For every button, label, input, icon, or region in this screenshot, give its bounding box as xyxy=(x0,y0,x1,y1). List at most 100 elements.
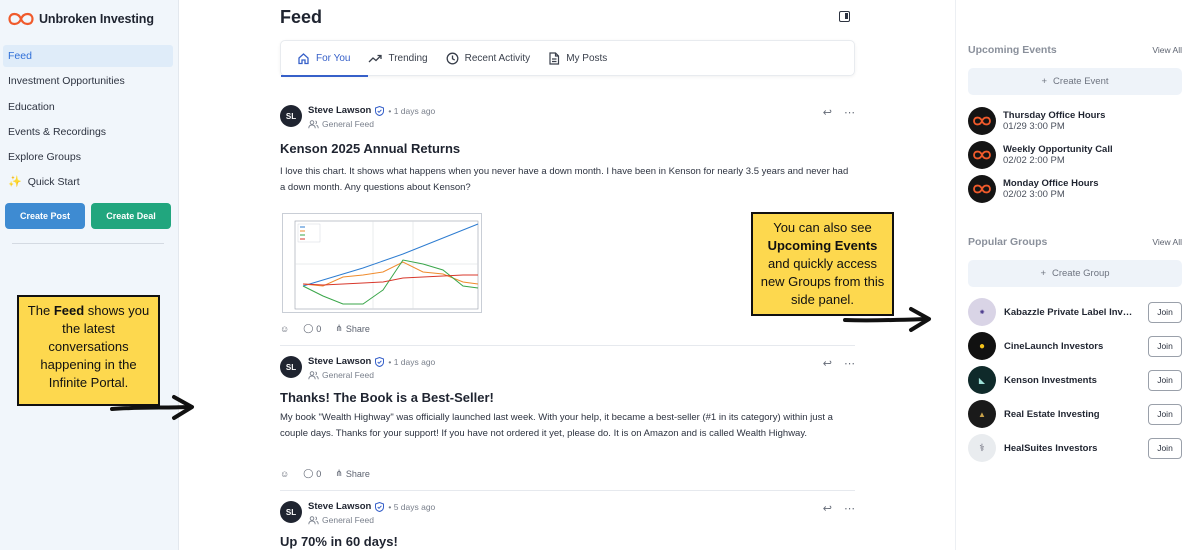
comments-button[interactable]: ◯ 0 xyxy=(303,323,321,334)
right-panel: Upcoming Events View All + Create Event … xyxy=(955,0,1200,550)
event-time: 02/02 3:00 PM xyxy=(1003,189,1065,200)
post-footer: ☺ ◯ 0 ⋔ Share xyxy=(280,323,370,334)
events-view-all-link[interactable]: View All xyxy=(1152,45,1182,55)
post: SL Steve Lawson • 5 days ago General Fee… xyxy=(280,501,855,550)
sidebar-item-label: Feed xyxy=(8,50,32,62)
react-button[interactable]: ☺ xyxy=(280,469,289,479)
group-item[interactable]: ⚕ HealSuites Investors Join xyxy=(968,434,1182,462)
panel-toggle-icon[interactable] xyxy=(839,11,850,22)
sidebar-item-label: Quick Start xyxy=(27,176,80,189)
divider xyxy=(280,345,855,346)
sidebar-item-events-recordings[interactable]: Events & Recordings xyxy=(3,121,173,143)
sidebar-item-label: Events & Recordings xyxy=(8,125,107,138)
group-item[interactable]: ◣ Kenson Investments Join xyxy=(968,366,1182,394)
group-logo: ▲ xyxy=(968,400,996,428)
sidebar-item-explore-groups[interactable]: Explore Groups xyxy=(3,146,173,168)
group-item[interactable]: ✺ Kabazzle Private Label Investors Join xyxy=(968,298,1182,326)
join-button[interactable]: Join xyxy=(1148,301,1182,323)
tab-for-you[interactable]: For You xyxy=(280,40,369,77)
divider xyxy=(12,243,164,244)
more-icon[interactable]: ⋯ xyxy=(844,106,855,119)
post-footer: ☺ ◯ 0 ⋔ Share xyxy=(280,468,370,479)
group-name: Kabazzle Private Label Investors xyxy=(1004,306,1134,318)
create-group-button[interactable]: + Create Group xyxy=(968,260,1182,287)
brand-name: Unbroken Investing xyxy=(39,12,154,26)
upcoming-events-title: Upcoming Events xyxy=(968,44,1057,56)
reply-icon[interactable]: ↩ xyxy=(823,106,832,119)
sidebar-item-quick-start[interactable]: ✨ Quick Start xyxy=(3,171,173,193)
sidebar-nav: Feed Investment Opportunities Education … xyxy=(3,45,173,197)
post-title[interactable]: Kenson 2025 Annual Returns xyxy=(280,141,460,156)
avatar[interactable]: SL xyxy=(280,105,302,127)
join-button[interactable]: Join xyxy=(1148,369,1182,391)
tab-recent-activity[interactable]: Recent Activity xyxy=(446,40,549,76)
comment-count: 0 xyxy=(316,323,322,334)
group-name: General Feed xyxy=(322,119,374,129)
tab-label: My Posts xyxy=(566,52,608,64)
post-group[interactable]: General Feed xyxy=(308,119,374,129)
avatar[interactable]: SL xyxy=(280,501,302,523)
event-item[interactable]: Weekly Opportunity Call 02/02 2:00 PM xyxy=(968,141,1113,169)
post-body: I love this chart. It shows what happens… xyxy=(280,166,849,193)
verified-badge-icon xyxy=(375,105,385,116)
share-icon: ⋔ xyxy=(335,323,343,333)
tab-my-posts[interactable]: My Posts xyxy=(548,40,625,76)
author-name[interactable]: Steve Lawson xyxy=(308,501,371,512)
event-time: 01/29 3:00 PM xyxy=(1003,121,1065,132)
infinity-logo-icon xyxy=(973,150,991,160)
post-title[interactable]: Up 70% in 60 days! xyxy=(280,534,398,549)
callout-text: The xyxy=(27,303,54,318)
groups-view-all-link[interactable]: View All xyxy=(1152,237,1182,247)
comment-icon: ◯ xyxy=(303,468,314,478)
join-button[interactable]: Join xyxy=(1148,437,1182,459)
group-logo: ◣ xyxy=(968,366,996,394)
sparkle-icon: ✨ xyxy=(8,176,22,189)
create-group-label: Create Group xyxy=(1052,268,1110,279)
post-group[interactable]: General Feed xyxy=(308,515,374,525)
reply-icon[interactable]: ↩ xyxy=(823,357,832,370)
event-logo xyxy=(968,175,996,203)
author-name[interactable]: Steve Lawson xyxy=(308,105,371,116)
react-button[interactable]: ☺ xyxy=(280,324,289,334)
reply-icon[interactable]: ↩ xyxy=(823,502,832,515)
group-item[interactable]: ▲ Real Estate Investing Join xyxy=(968,400,1182,428)
event-item[interactable]: Monday Office Hours 02/02 3:00 PM xyxy=(968,175,1099,203)
sidebar-item-feed[interactable]: Feed xyxy=(3,45,173,67)
more-icon[interactable]: ⋯ xyxy=(844,502,855,515)
post-title[interactable]: Thanks! The Book is a Best-Seller! xyxy=(280,390,494,405)
create-event-button[interactable]: + Create Event xyxy=(968,68,1182,95)
sidebar-item-education[interactable]: Education xyxy=(3,96,173,118)
brand[interactable]: Unbroken Investing xyxy=(8,12,154,26)
sidebar-item-label: Investment Opportunities xyxy=(8,75,125,88)
join-button[interactable]: Join xyxy=(1148,403,1182,425)
post-image-chart[interactable] xyxy=(282,213,482,313)
create-post-button[interactable]: Create Post xyxy=(5,203,85,229)
avatar[interactable]: SL xyxy=(280,356,302,378)
post-group[interactable]: General Feed xyxy=(308,370,374,380)
comments-button[interactable]: ◯ 0 xyxy=(303,468,321,479)
event-logo xyxy=(968,107,996,135)
post-actions: ↩ ⋯ xyxy=(823,357,855,370)
clock-icon xyxy=(446,52,459,64)
create-deal-button[interactable]: Create Deal xyxy=(91,203,171,229)
group-logo-mark: ● xyxy=(978,340,986,352)
sidebar-actions: Create Post Create Deal xyxy=(5,203,171,229)
share-label: Share xyxy=(345,323,370,334)
popular-groups-title: Popular Groups xyxy=(968,236,1048,248)
join-button[interactable]: Join xyxy=(1148,335,1182,357)
event-item[interactable]: Thursday Office Hours 01/29 3:00 PM xyxy=(968,107,1105,135)
post-author: Steve Lawson • 1 days ago xyxy=(308,356,435,367)
share-button[interactable]: ⋔ Share xyxy=(335,468,370,479)
sidebar-item-investment-opportunities[interactable]: Investment Opportunities xyxy=(3,70,173,92)
verified-badge-icon xyxy=(375,501,385,512)
tab-trending[interactable]: Trending xyxy=(368,40,445,76)
create-event-label: Create Event xyxy=(1053,76,1109,87)
verified-badge-icon xyxy=(375,356,385,367)
more-icon[interactable]: ⋯ xyxy=(844,357,855,370)
infinity-logo-icon xyxy=(973,184,991,194)
group-logo: ✺ xyxy=(968,298,996,326)
group-name: CineLaunch Investors xyxy=(1004,340,1104,352)
author-name[interactable]: Steve Lawson xyxy=(308,356,371,367)
group-item[interactable]: ● CineLaunch Investors Join xyxy=(968,332,1182,360)
share-button[interactable]: ⋔ Share xyxy=(335,323,370,334)
